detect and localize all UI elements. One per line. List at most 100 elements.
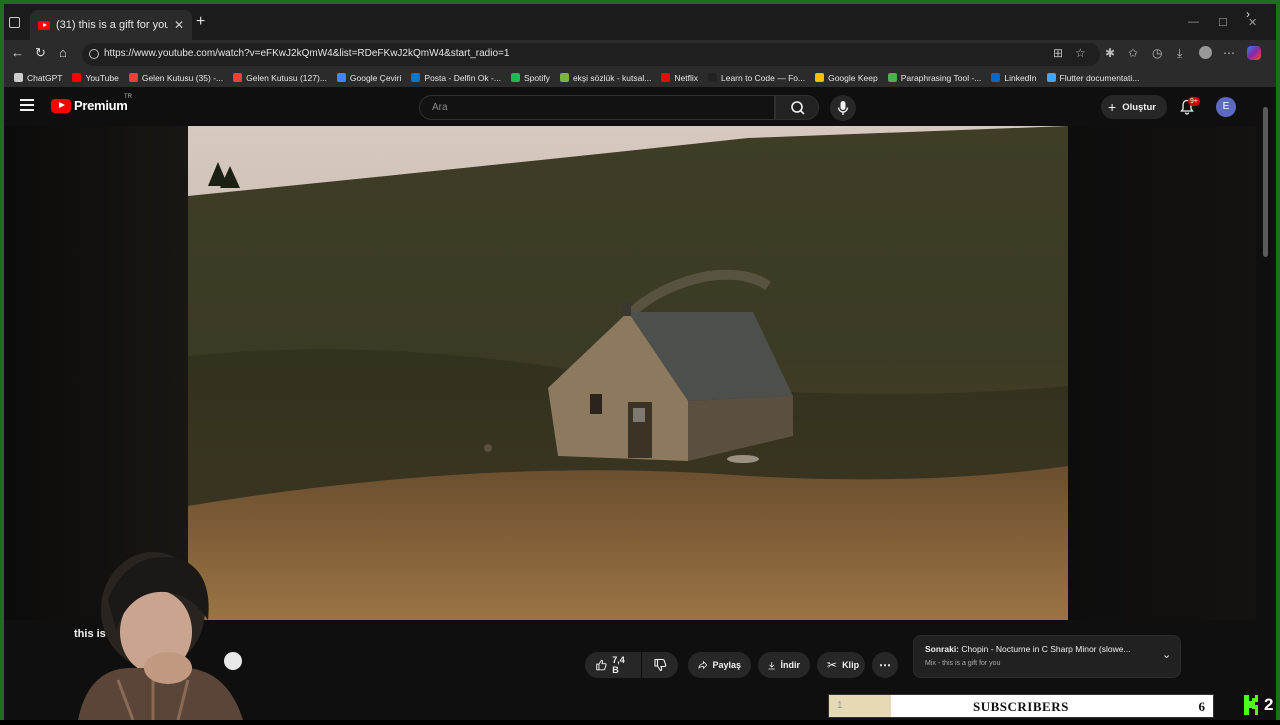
bookmark-label: Gelen Kutusu (35) -...	[141, 72, 224, 83]
bookmark-favicon-icon	[1046, 73, 1056, 82]
tab-strip: (31) this is a gift for you - YouTube ✕ …	[4, 4, 1276, 40]
more-menu-icon[interactable]: ⋯	[1223, 47, 1235, 59]
reload-icon[interactable]: ↻	[35, 46, 46, 60]
youtube-masthead: Premium TR + Oluştur 9+ E	[4, 87, 1276, 126]
up-next-card[interactable]: Sonraki: Chopin - Nocturne in C Sharp Mi…	[913, 635, 1181, 678]
downloads-icon[interactable]: ⤓	[1177, 47, 1182, 59]
microphone-icon	[837, 101, 849, 115]
bookmark-item[interactable]: Posta - Delfin Ok -...	[406, 73, 506, 83]
bookmark-favicon-icon	[336, 73, 346, 82]
bookmark-item[interactable]: Gelen Kutusu (127)...	[228, 73, 332, 83]
tab-close-icon[interactable]: ✕	[174, 18, 184, 32]
thumbs-up-icon	[596, 659, 607, 671]
subscriber-track: SUBSCRIBERS 6	[891, 695, 1213, 717]
share-label: Paylaş	[712, 660, 741, 670]
copilot-icon[interactable]	[1247, 46, 1261, 60]
bookmark-label: Netflix	[674, 72, 698, 83]
bookmark-item[interactable]: LinkedIn	[986, 73, 1041, 83]
clip-button[interactable]: ✂ Klip	[817, 652, 865, 678]
tab-title: (31) this is a gift for you - YouTube	[56, 19, 168, 31]
bookmark-item[interactable]: Learn to Code — Fo...	[703, 73, 810, 83]
bookmark-favicon-icon	[411, 73, 421, 82]
like-button[interactable]: 7,4 B	[585, 652, 641, 678]
favorite-star-icon[interactable]: ☆	[1075, 47, 1086, 59]
app-install-icon[interactable]: ⊞	[1053, 47, 1063, 59]
bookmark-favicon-icon	[559, 73, 569, 82]
back-icon[interactable]: ←	[11, 46, 24, 60]
logo-text: Premium	[74, 98, 128, 113]
plus-icon: +	[1108, 99, 1117, 115]
share-button[interactable]: Paylaş	[688, 652, 751, 678]
scroll-thumb[interactable]	[1263, 107, 1268, 257]
bookmark-item[interactable]: Flutter documentati...	[1042, 73, 1145, 83]
subscriber-goal-bar: 1 SUBSCRIBERS 6	[828, 694, 1214, 718]
bookmark-favicon-icon	[14, 73, 23, 82]
tab-youtube[interactable]: (31) this is a gift for you - YouTube ✕	[30, 10, 192, 40]
bookmark-label: LinkedIn	[1004, 72, 1037, 83]
youtube-premium-logo[interactable]: Premium TR	[51, 94, 132, 113]
bookmark-label: ekşi sözlük - kutsal...	[572, 72, 652, 83]
extensions-icon[interactable]: ✱	[1105, 47, 1115, 59]
up-next-label: Sonraki:	[925, 644, 960, 654]
tab-actions-icon[interactable]	[9, 17, 20, 28]
bookmark-favicon-icon	[72, 73, 82, 82]
bookmark-item[interactable]: Gelen Kutusu (35) -...	[124, 73, 228, 83]
bookmark-label: YouTube	[85, 72, 119, 83]
search-button[interactable]	[775, 95, 819, 120]
bookmark-label: Google Keep	[828, 72, 878, 83]
guide-menu-icon[interactable]	[20, 99, 34, 111]
profile-icon[interactable]	[1199, 46, 1212, 59]
site-info-icon[interactable]	[89, 49, 99, 59]
bookmark-item[interactable]: ekşi sözlük - kutsal...	[555, 73, 656, 83]
home-icon[interactable]: ⌂	[59, 46, 67, 60]
like-count: 7,4 B	[612, 655, 625, 675]
kick-viewer-count: 2	[1264, 695, 1274, 714]
download-label: İndir	[780, 660, 801, 670]
bookmarks-overflow-icon[interactable]: ›	[1246, 7, 1250, 21]
new-tab-button[interactable]: +	[196, 14, 205, 30]
maximize-button[interactable]: ☐	[1218, 16, 1228, 29]
bookmark-label: Posta - Delfin Ok -...	[424, 72, 501, 83]
bookmark-label: Spotify	[523, 72, 550, 83]
bookmark-item[interactable]: Google Çeviri	[332, 73, 407, 83]
address-bar[interactable]: https://www.youtube.com/watch?v=eFKwJ2kQ…	[82, 43, 1100, 66]
favorites-icon[interactable]: ✩	[1128, 47, 1138, 59]
search-input[interactable]	[432, 102, 762, 113]
bookmark-item[interactable]: Netflix	[656, 73, 703, 83]
browser-toolbar: ← ↻ ⌂ https://www.youtube.com/watch?v=eF…	[4, 40, 1276, 68]
webcam-person-figure	[78, 552, 243, 721]
video-player[interactable]	[188, 126, 1068, 620]
voice-search-button[interactable]	[830, 95, 856, 121]
up-next-video-title: Chopin - Nocturne in C Sharp Minor (slow…	[961, 644, 1131, 654]
streamer-webcam	[58, 540, 250, 721]
up-next-title: Sonraki: Chopin - Nocturne in C Sharp Mi…	[925, 644, 1131, 654]
download-icon	[768, 661, 775, 669]
chevron-down-icon[interactable]: ⌄	[1162, 648, 1171, 661]
download-button[interactable]: İndir	[758, 652, 810, 678]
bookmark-label: Google Çeviri	[349, 72, 402, 83]
bookmark-favicon-icon	[887, 73, 897, 82]
bookmark-favicon-icon	[707, 73, 717, 82]
dislike-button[interactable]	[642, 652, 678, 678]
history-icon[interactable]: ◷	[1152, 47, 1162, 59]
minimize-button[interactable]: —	[1188, 16, 1199, 28]
subscriber-progress-fill: 1	[829, 695, 891, 717]
bookmark-label: Learn to Code — Fo...	[720, 72, 806, 83]
more-horizontal-icon: ⋯	[879, 658, 891, 672]
bookmark-favicon-icon	[128, 73, 138, 82]
country-code: TR	[124, 94, 132, 100]
kick-logo-icon	[1244, 695, 1258, 715]
account-avatar[interactable]: E	[1216, 97, 1236, 117]
bookmark-item[interactable]: Spotify	[506, 73, 555, 83]
create-button[interactable]: + Oluştur	[1101, 95, 1167, 119]
youtube-play-icon	[51, 98, 71, 113]
more-actions-button[interactable]: ⋯	[872, 652, 898, 678]
bookmark-item[interactable]: Google Keep	[810, 73, 883, 83]
up-next-subtitle: Mix - this is a gift for you	[925, 660, 1001, 667]
search-icon	[791, 101, 805, 115]
page-scrollbar[interactable]	[1256, 87, 1276, 720]
bookmark-item[interactable]: YouTube	[67, 73, 123, 83]
bookmark-item[interactable]: ChatGPT	[9, 73, 67, 83]
youtube-favicon-icon	[38, 20, 50, 30]
bookmark-item[interactable]: Paraphrasing Tool -...	[883, 73, 987, 83]
